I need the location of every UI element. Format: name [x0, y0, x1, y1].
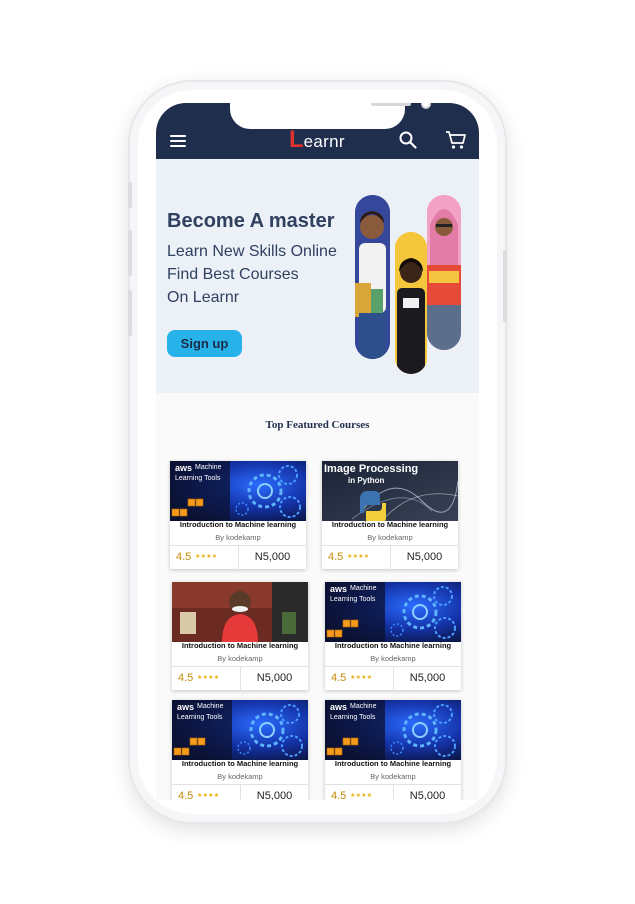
course-footer: 4.5 ★★★★ N5,000 — [170, 545, 306, 570]
thumbnail-title: Image Processing — [324, 463, 419, 475]
aws-logo-text: aws — [330, 584, 348, 594]
course-title: Introduction to Machine learning — [331, 520, 449, 529]
phone-volume-up-button — [128, 230, 132, 276]
course-title: Introduction to Machine learning — [334, 641, 452, 650]
course-rating: 4.5 — [331, 672, 347, 684]
aws-sub-text: Learning Tools — [330, 596, 376, 603]
course-price: N5,000 — [406, 551, 443, 563]
phone-notch — [230, 103, 431, 129]
course-footer: 4.5 ★★★★ N5,000 — [172, 666, 308, 691]
rating-stars-icon: ★★★★ — [347, 554, 370, 560]
course-card[interactable]: aws Machine Learning Tools Introduction … — [325, 700, 461, 800]
aws-sub-text: Learning Tools — [175, 475, 221, 482]
course-title: Introduction to Machine learning — [179, 520, 297, 529]
aws-sub-text: Learning Tools — [177, 714, 223, 721]
thumbnail-subtitle: in Python — [348, 476, 385, 485]
hero-student-image-1 — [355, 195, 390, 359]
aws-tag-text: Machine — [350, 585, 377, 592]
course-author: By kodekamp — [217, 772, 263, 781]
course-rating: 4.5 — [178, 672, 194, 684]
hero-student-image-2 — [395, 232, 427, 374]
course-title: Introduction to Machine learning — [334, 759, 452, 768]
course-footer: 4.5 ★★★★ N5,000 — [325, 666, 461, 691]
phone-volume-down-button — [128, 290, 132, 336]
hero-banner: Become A master Learn New Skills Online … — [156, 159, 479, 393]
aws-logo-text: aws — [330, 702, 348, 712]
aws-sub-text: Learning Tools — [330, 714, 376, 721]
aws-logo-text: aws — [177, 702, 195, 712]
hero-student-image-3 — [427, 195, 461, 350]
rating-stars-icon: ★★★★ — [197, 675, 220, 681]
logo-text: earnr — [303, 132, 345, 151]
course-rating: 4.5 — [328, 551, 344, 563]
course-footer: 4.5 ★★★★ N5,000 — [172, 784, 308, 800]
app-screen: L earnr Become A master Learn New Skills… — [156, 103, 479, 800]
course-card[interactable]: aws Machine Learning Tools Introduction … — [170, 461, 306, 570]
rating-stars-icon: ★★★★ — [350, 675, 373, 681]
aws-tag-text: Machine — [195, 464, 222, 471]
hero-line-1: Learn New Skills Online — [167, 243, 337, 260]
rating-stars-icon: ★★★★ — [350, 793, 373, 799]
course-rating: 4.5 — [178, 790, 194, 800]
course-footer: 4.5 ★★★★ N5,000 — [325, 784, 461, 800]
hero-line-3: On Learnr — [167, 289, 240, 306]
course-author: By kodekamp — [217, 654, 263, 663]
phone-power-button — [503, 250, 507, 322]
phone-mute-button — [128, 182, 132, 208]
rating-stars-icon: ★★★★ — [197, 793, 220, 799]
hero-title: Become A master — [167, 210, 335, 232]
course-footer: 4.5 ★★★★ N5,000 — [322, 545, 458, 570]
search-icon[interactable] — [399, 131, 417, 149]
logo-initial: L — [289, 126, 304, 153]
course-author: By kodekamp — [367, 533, 413, 542]
course-author: By kodekamp — [370, 654, 416, 663]
shopping-cart-icon[interactable] — [445, 130, 467, 150]
course-author: By kodekamp — [215, 533, 261, 542]
course-card[interactable]: aws Machine Learning Tools Introduction … — [325, 582, 461, 691]
course-title: Introduction to Machine learning — [181, 641, 299, 650]
course-price: N5,000 — [256, 672, 293, 684]
course-rating: 4.5 — [331, 790, 347, 800]
course-rating: 4.5 — [176, 551, 192, 563]
hero-line-2: Find Best Courses — [167, 266, 299, 283]
course-card[interactable]: Introduction to Machine learning By kode… — [172, 582, 308, 691]
course-card[interactable]: Image Processing in Python Introduction … — [322, 461, 458, 570]
rating-stars-icon: ★★★★ — [195, 554, 218, 560]
course-price: N5,000 — [409, 790, 446, 800]
featured-section-title: Top Featured Courses — [265, 419, 370, 431]
course-price: N5,000 — [254, 551, 291, 563]
course-title: Introduction to Machine learning — [181, 759, 299, 768]
signup-button[interactable]: Sign up — [167, 330, 242, 357]
phone-speaker — [371, 103, 411, 106]
course-thumbnail — [172, 582, 308, 642]
aws-logo-text: aws — [175, 463, 193, 473]
aws-tag-text: Machine — [350, 703, 377, 710]
aws-tag-text: Machine — [197, 703, 224, 710]
course-author: By kodekamp — [370, 772, 416, 781]
learnr-logo[interactable]: L earnr — [289, 126, 345, 153]
course-price: N5,000 — [409, 672, 446, 684]
hamburger-menu-icon[interactable] — [170, 135, 186, 147]
course-card[interactable]: aws Machine Learning Tools Introduction … — [172, 700, 308, 800]
course-price: N5,000 — [256, 790, 293, 800]
